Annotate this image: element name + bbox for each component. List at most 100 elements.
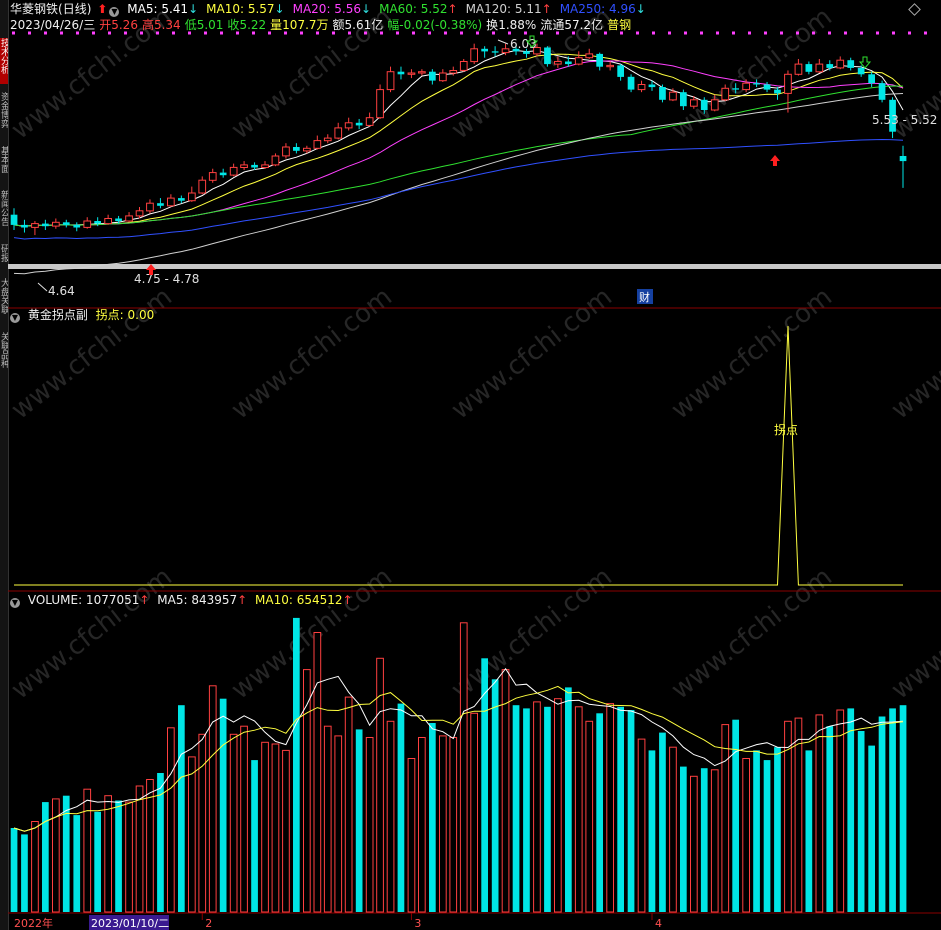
indicator-title[interactable]: 黄金拐点副 <box>28 308 88 322</box>
candle-body <box>710 99 719 111</box>
volume-bar <box>501 669 510 913</box>
candle-body <box>659 87 666 100</box>
candle-body <box>794 63 803 75</box>
candle-body <box>365 117 374 126</box>
candle-body <box>481 48 488 52</box>
volume-title[interactable]: VOLUME: 1077051 <box>28 593 140 607</box>
settings-circle-icon[interactable]: ▼ <box>10 598 20 608</box>
candle-body <box>208 172 217 181</box>
volume-bar <box>10 828 18 912</box>
volume-ma10: MA10: 654512 <box>255 593 343 607</box>
stock-name[interactable]: 华菱钢铁 <box>10 2 58 16</box>
volume-bar <box>732 719 739 912</box>
watermark-text: www.cfchi.com <box>226 282 398 426</box>
volume-bar <box>491 679 499 912</box>
down-arrow-icon: ↓ <box>361 2 372 16</box>
candle-body <box>680 92 687 107</box>
candle-body <box>251 164 258 168</box>
date-label: 2023/04/26/三 <box>10 18 96 32</box>
candle-body <box>627 76 635 90</box>
volume-bar <box>229 733 238 913</box>
chart-canvas: www.cfchi.com www.cfchi.com www.cfchi.com w… <box>6 2 941 930</box>
candle-body <box>376 89 384 119</box>
volume-bar <box>178 705 185 912</box>
watermark-text: www.cfchi.com <box>666 282 838 426</box>
ma-legend-item: MA60: 5.52 <box>379 2 448 16</box>
change-label: 幅 <box>387 18 400 32</box>
volume-bar <box>899 705 907 912</box>
volume-bar <box>648 750 656 912</box>
candle-body <box>439 72 447 82</box>
volume-bar <box>271 743 280 913</box>
volume-header: ▼ VOLUME: 1077051↑ MA5: 843957↑ MA10: 65… <box>10 592 357 608</box>
candle-body <box>219 172 227 176</box>
candle-body <box>334 127 343 139</box>
volume-bar <box>617 706 624 912</box>
volume-bar <box>407 758 416 913</box>
volume-bar <box>198 733 207 913</box>
down-arrow-icon: ↓ <box>188 2 199 16</box>
open-label: 开 <box>99 18 112 32</box>
cai-badge-label[interactable]: 财 <box>639 290 650 304</box>
candle-body <box>700 99 708 110</box>
candle-body <box>574 57 583 65</box>
volume-bar <box>167 727 175 913</box>
candle-body <box>459 61 468 71</box>
candle-body <box>868 74 875 84</box>
candle-body <box>742 82 750 91</box>
volume-bar <box>596 713 603 912</box>
volume-bar <box>94 811 101 912</box>
volume-bar <box>889 708 896 912</box>
volume-bar <box>512 705 520 912</box>
candle-body <box>125 215 133 222</box>
up-arrow-icon: ↑ <box>237 593 248 607</box>
volume-bar <box>459 622 468 913</box>
candle-body <box>617 65 624 77</box>
volume-bar <box>334 735 343 913</box>
volume-bar <box>188 756 196 913</box>
range-left-label: 4.75 - 4.78 <box>134 272 199 286</box>
volume-bar <box>303 669 311 913</box>
candle-body <box>355 122 363 126</box>
volume-bar <box>857 731 865 912</box>
ma250-line <box>13 138 904 240</box>
volume-bar <box>397 703 405 912</box>
down-arrow-icon: ↓ <box>635 2 646 16</box>
candle-body <box>62 222 70 225</box>
up-arrow-icon: ↑ <box>342 593 353 607</box>
candle-body <box>857 67 865 75</box>
candle-body <box>52 221 60 227</box>
candle-body <box>198 179 207 194</box>
low-value: 5.01 <box>196 18 224 32</box>
candle-body <box>83 220 92 228</box>
low-price-label: 4.64 <box>48 284 75 298</box>
high-label: 高 <box>141 18 154 32</box>
indicator-header: ▼ 黄金拐点副 拐点: 0.00 <box>10 307 158 323</box>
float-value: 57.2亿 <box>564 18 604 32</box>
watermark-text: www.cfchi.com <box>6 282 178 426</box>
volume-bar <box>449 737 458 913</box>
candle-body <box>313 140 322 149</box>
open-value: 5.26 <box>111 18 138 32</box>
low-price-leader <box>37 282 48 292</box>
settings-circle-icon[interactable]: ▼ <box>109 7 120 17</box>
volume-bar <box>815 714 824 913</box>
low-label: 低 <box>184 18 197 32</box>
candle-body <box>282 146 290 157</box>
candle-body <box>42 223 49 227</box>
volume-bar <box>125 801 133 913</box>
volume-bar <box>742 758 750 913</box>
candle-body <box>836 59 845 69</box>
settings-circle-icon[interactable]: ▼ <box>10 313 20 323</box>
candle-body <box>585 53 594 59</box>
watermark-text: www.cfchi.com <box>6 562 178 706</box>
up-arrow-icon: ↑ <box>541 2 552 16</box>
watermark-text: www.cfchi.com <box>446 282 618 426</box>
volume-bar <box>135 785 144 913</box>
volume-bar <box>73 815 81 912</box>
ma-legend-item: MA5: 5.41 <box>127 2 189 16</box>
sector-label[interactable]: 普钢 <box>607 18 631 32</box>
candle-body <box>271 155 280 166</box>
candle-body <box>501 48 510 54</box>
up-arrow-icon: ↑ <box>139 593 150 607</box>
